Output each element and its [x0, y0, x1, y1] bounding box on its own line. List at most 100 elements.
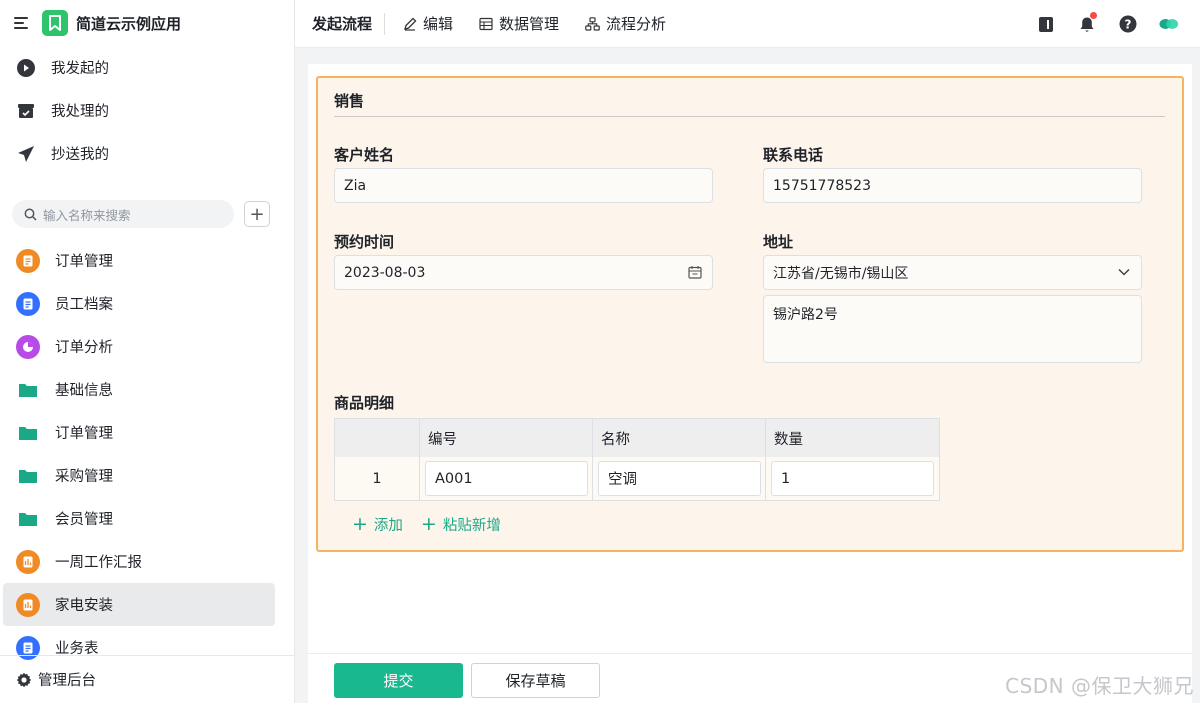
header-name: 名称 [592, 419, 765, 457]
calendar-icon[interactable] [688, 265, 702, 279]
sidebar-item-label: 订单管理 [55, 254, 113, 270]
section-divider [334, 116, 1165, 117]
sidebar-item-label: 采购管理 [55, 469, 113, 485]
book-icon[interactable] [1036, 14, 1056, 34]
form-content: 销售 客户姓名 Zia 联系电话 15751778523 预约时间 2023-0… [308, 64, 1192, 703]
phone-value: 15751778523 [773, 177, 871, 194]
help-icon[interactable]: ? [1118, 14, 1138, 34]
sidebar-item-members[interactable]: 会员管理 [3, 497, 275, 540]
row-index: 1 [372, 470, 382, 487]
search-icon [24, 208, 37, 221]
form-section-card: 销售 客户姓名 Zia 联系电话 15751778523 预约时间 2023-0… [316, 76, 1184, 552]
items-label: 商品明细 [334, 394, 395, 412]
folder-icon [16, 507, 40, 531]
nav-item-cc[interactable]: 抄送我的 [0, 132, 294, 175]
tab-process-analysis[interactable]: 流程分析 [585, 13, 666, 34]
brand-logo-icon[interactable] [1159, 14, 1179, 34]
nav-item-label: 我处理的 [51, 104, 109, 120]
app-logo-icon [42, 10, 68, 36]
app-nav-list: 订单管理 员工档案 订单分析 基础信息 订单管理 采购管理 会员管理 一周工作汇… [0, 239, 294, 669]
add-row-button[interactable]: + 添加 [352, 514, 403, 535]
nav-item-processed[interactable]: 我处理的 [0, 89, 294, 132]
address-detail-field[interactable]: 锡沪路2号 [763, 295, 1142, 363]
customer-name-field[interactable]: Zia [334, 168, 713, 203]
sidebar-item-employee-files[interactable]: 员工档案 [3, 282, 275, 325]
admin-console-label: 管理后台 [38, 673, 96, 689]
add-item-button[interactable]: + [244, 201, 270, 227]
table-row: 1 A001 空调 1 [335, 457, 939, 500]
tab-label: 流程分析 [606, 15, 667, 33]
add-row-label: 添加 [373, 518, 403, 534]
row-qty-input[interactable]: 1 [771, 461, 934, 496]
nav-item-label: 抄送我的 [51, 147, 109, 163]
app-header: 简道云示例应用 [0, 0, 294, 46]
folder-icon [16, 464, 40, 488]
search-row: 输入名称来搜索 + [0, 175, 294, 239]
header-index [335, 419, 419, 457]
appointment-label: 预约时间 [334, 233, 395, 251]
row-code-input[interactable]: A001 [425, 461, 588, 496]
bell-icon[interactable] [1077, 12, 1097, 34]
svg-text:?: ? [1125, 17, 1132, 31]
nav-item-label: 我发起的 [51, 61, 109, 77]
header-code: 编号 [419, 419, 592, 457]
notification-dot [1090, 12, 1097, 19]
sidebar-item-label: 会员管理 [55, 512, 113, 528]
form-icon [16, 291, 40, 316]
address-region-value: 江苏省/无锡市/锡山区 [773, 265, 909, 282]
sidebar-item-weekly-report[interactable]: 一周工作汇报 [3, 540, 275, 583]
appointment-value: 2023-08-03 [344, 264, 426, 281]
appointment-date-picker[interactable]: 2023-08-03 [334, 255, 713, 290]
customer-name-value: Zia [344, 177, 367, 194]
row-name-input[interactable]: 空调 [598, 461, 761, 496]
app-title: 简道云示例应用 [76, 14, 182, 33]
row-code-cell: A001 [419, 457, 592, 500]
sidebar-item-label: 一周工作汇报 [55, 555, 142, 571]
sidebar-item-label: 订单管理 [55, 426, 113, 442]
report-icon [16, 549, 40, 574]
admin-console-link[interactable]: 管理后台 [0, 655, 294, 703]
save-draft-button[interactable]: 保存草稿 [471, 663, 600, 698]
play-circle-icon [16, 58, 36, 78]
nav-item-initiated[interactable]: 我发起的 [0, 46, 294, 89]
pencil-icon [404, 17, 417, 31]
paste-add-button[interactable]: + 粘贴新增 [421, 514, 501, 535]
address-label: 地址 [763, 233, 794, 251]
top-icons: ? [1036, 0, 1200, 48]
inbox-check-icon [16, 101, 36, 121]
address-region-select[interactable]: 江苏省/无锡市/锡山区 [763, 255, 1142, 290]
search-placeholder: 输入名称来搜索 [43, 207, 131, 223]
plus-icon: + [420, 513, 437, 535]
top-bar: 发起流程 编辑 数据管理 流程分析 ? [295, 0, 1200, 48]
phone-label: 联系电话 [763, 146, 824, 164]
tab-data-management[interactable]: 数据管理 [479, 13, 559, 34]
tab-edit[interactable]: 编辑 [403, 13, 453, 34]
items-subtable: 编号 名称 数量 1 A001 空调 1 [334, 418, 940, 501]
sidebar-item-appliance-install[interactable]: 家电安装 [3, 583, 275, 626]
subtable-header: 编号 名称 数量 [335, 419, 939, 457]
flow-icon [585, 16, 600, 31]
sidebar-item-order-analysis[interactable]: 订单分析 [3, 325, 275, 368]
phone-field[interactable]: 15751778523 [763, 168, 1142, 203]
tab-start-process[interactable]: 发起流程 [312, 12, 386, 35]
form-icon [16, 248, 40, 273]
watermark: CSDN @保卫大狮兄 [1005, 674, 1194, 698]
folder-icon [16, 378, 40, 402]
address-detail-value: 锡沪路2号 [773, 307, 838, 323]
customer-name-label: 客户姓名 [334, 146, 395, 164]
search-input[interactable]: 输入名称来搜索 [12, 200, 234, 228]
tab-label: 数据管理 [499, 15, 560, 33]
chevron-down-icon [1117, 265, 1131, 279]
submit-button[interactable]: 提交 [334, 663, 463, 698]
sidebar-item-label: 基础信息 [55, 383, 113, 399]
sidebar-item-order-management[interactable]: 订单管理 [3, 239, 275, 282]
section-title: 销售 [334, 92, 365, 110]
sidebar-item-basic-info[interactable]: 基础信息 [3, 368, 275, 411]
sidebar-item-purchasing[interactable]: 采购管理 [3, 454, 275, 497]
sidebar-item-order-management-folder[interactable]: 订单管理 [3, 411, 275, 454]
paper-plane-icon [16, 144, 36, 164]
hamburger-menu-icon[interactable] [14, 17, 30, 29]
header-qty: 数量 [765, 419, 939, 457]
sidebar-item-label: 订单分析 [55, 340, 113, 356]
subtable-actions: + 添加 + 粘贴新增 [352, 514, 519, 535]
